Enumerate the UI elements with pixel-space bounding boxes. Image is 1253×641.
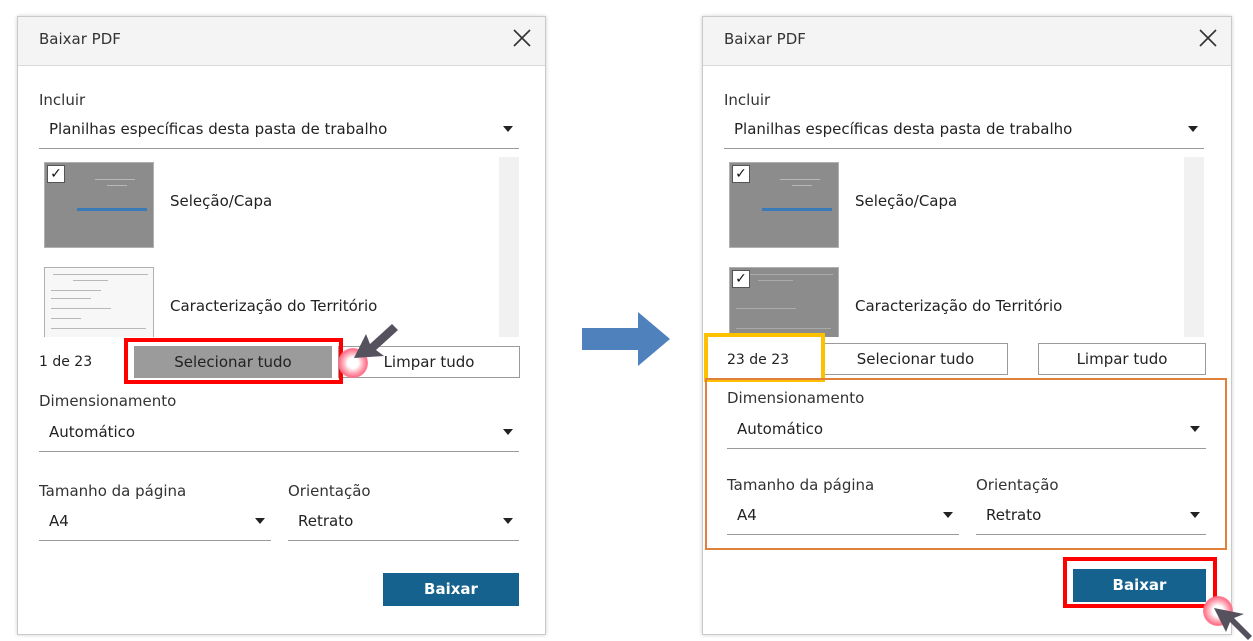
chevron-down-icon bbox=[1188, 126, 1198, 132]
checkbox-icon[interactable]: ✓ bbox=[47, 165, 65, 183]
page-size-select[interactable]: A4 bbox=[39, 506, 271, 541]
include-select-value: Planilhas específicas desta pasta de tra… bbox=[734, 120, 1073, 138]
download-button[interactable]: Baixar bbox=[383, 573, 519, 606]
select-all-button[interactable]: Selecionar tudo bbox=[823, 343, 1008, 375]
dialog-header: Baixar PDF bbox=[703, 17, 1231, 66]
download-pdf-dialog-before: Baixar PDF Incluir Planilhas específicas… bbox=[17, 16, 546, 635]
orientation-select[interactable]: Retrato bbox=[288, 506, 519, 541]
include-label: Incluir bbox=[39, 91, 86, 109]
sheet-name: Seleção/Capa bbox=[855, 192, 958, 210]
sheet-name: Seleção/Capa bbox=[170, 192, 273, 210]
sheet-list-scrollbar[interactable] bbox=[499, 157, 519, 337]
page-size-label: Tamanho da página bbox=[39, 482, 187, 500]
checkbox-icon[interactable]: ✓ bbox=[732, 270, 750, 288]
highlight-options-left bbox=[705, 378, 1227, 550]
orientation-label: Orientação bbox=[288, 482, 371, 500]
include-select-value: Planilhas específicas desta pasta de tra… bbox=[49, 120, 388, 138]
sheet-item[interactable]: ✓ Seleção/Capa bbox=[724, 157, 1204, 257]
include-label: Incluir bbox=[724, 91, 771, 109]
close-icon[interactable] bbox=[1195, 25, 1221, 51]
highlight-download bbox=[1063, 557, 1217, 608]
page-size-select-value: A4 bbox=[49, 512, 69, 530]
dialog-title: Baixar PDF bbox=[39, 30, 121, 48]
sheet-name: Caracterização do Território bbox=[855, 297, 1063, 315]
highlight-select-all bbox=[124, 338, 343, 384]
selected-count: 1 de 23 bbox=[39, 354, 93, 370]
orientation-select-value: Retrato bbox=[298, 512, 354, 530]
sheet-item[interactable]: ✓ Seleção/Capa bbox=[39, 157, 519, 257]
chevron-down-icon bbox=[503, 518, 513, 524]
sheet-name: Caracterização do Território bbox=[170, 297, 378, 315]
checkbox-icon[interactable]: ✓ bbox=[732, 165, 750, 183]
dialog-title: Baixar PDF bbox=[724, 30, 806, 48]
highlight-count bbox=[704, 333, 825, 382]
cursor-icon bbox=[1214, 608, 1252, 640]
sheet-thumbnail bbox=[44, 267, 154, 337]
include-select[interactable]: Planilhas específicas desta pasta de tra… bbox=[39, 114, 519, 149]
sheet-list[interactable]: ✓ Seleção/Capa Caracterização do Territó… bbox=[39, 157, 519, 337]
scaling-select-value: Automático bbox=[49, 423, 136, 441]
sheet-list[interactable]: ✓ Seleção/Capa ✓ Caracterização do Terri… bbox=[724, 157, 1204, 337]
sheet-list-scrollbar[interactable] bbox=[1184, 157, 1204, 337]
clear-all-button[interactable]: Limpar tudo bbox=[1038, 343, 1206, 375]
right-arrow-icon bbox=[582, 312, 670, 366]
chevron-down-icon bbox=[503, 126, 513, 132]
chevron-down-icon bbox=[255, 518, 265, 524]
scaling-select[interactable]: Automático bbox=[39, 417, 519, 452]
sheet-item[interactable]: ✓ Caracterização do Território bbox=[724, 262, 1204, 337]
cursor-icon bbox=[354, 324, 398, 358]
scaling-label: Dimensionamento bbox=[39, 392, 177, 410]
highlight-options-right bbox=[1205, 378, 1227, 550]
close-icon[interactable] bbox=[509, 25, 535, 51]
include-select[interactable]: Planilhas específicas desta pasta de tra… bbox=[724, 114, 1204, 149]
dialog-header: Baixar PDF bbox=[18, 17, 545, 66]
chevron-down-icon bbox=[503, 429, 513, 435]
sheet-item[interactable]: Caracterização do Território bbox=[39, 262, 519, 337]
